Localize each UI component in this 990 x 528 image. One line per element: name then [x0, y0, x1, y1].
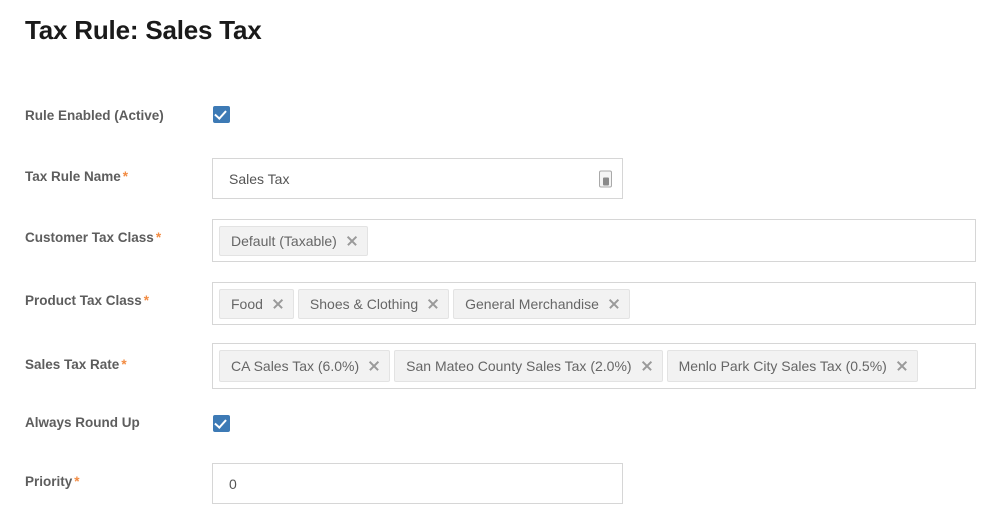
label-rule-enabled: Rule Enabled (Active): [25, 107, 164, 125]
chip[interactable]: Menlo Park City Sales Tax (0.5%): [666, 350, 918, 382]
priority-input[interactable]: 0: [212, 463, 623, 504]
chip-remove-icon[interactable]: [896, 360, 908, 372]
chip-remove-icon[interactable]: [346, 235, 358, 247]
chip-label: Food: [231, 295, 263, 312]
control-customer-tax-class: Default (Taxable): [212, 219, 976, 262]
chip-label: Menlo Park City Sales Tax (0.5%): [678, 358, 887, 374]
label-tax-rule-name-text: Tax Rule Name: [25, 169, 121, 184]
chip[interactable]: San Mateo County Sales Tax (2.0%): [394, 350, 663, 382]
chip[interactable]: Default (Taxable): [219, 225, 368, 256]
customer-tax-class-multiselect[interactable]: Default (Taxable): [212, 219, 976, 262]
label-priority: Priority *: [25, 473, 80, 491]
control-priority: 0: [212, 463, 623, 504]
chip-label: CA Sales Tax (6.0%): [231, 358, 360, 374]
sales-tax-rate-multiselect[interactable]: CA Sales Tax (6.0%) San Mateo County Sal…: [212, 343, 976, 389]
chip[interactable]: Shoes & Clothing: [297, 288, 450, 319]
chip-label: San Mateo County Sales Tax (2.0%): [406, 358, 632, 374]
always-round-up-checkbox[interactable]: [213, 415, 230, 432]
book-icon-body: [602, 177, 609, 185]
chip[interactable]: General Merchandise: [453, 288, 630, 319]
control-product-tax-class: Food Shoes & Clothing General Merchandis…: [212, 282, 976, 325]
checkmark-icon: [214, 416, 227, 429]
priority-value: 0: [229, 475, 237, 492]
page-title: Tax Rule: Sales Tax: [25, 15, 262, 45]
label-tax-rule-name: Tax Rule Name *: [25, 168, 128, 186]
label-priority-text: Priority: [25, 474, 73, 489]
chip-label: Default (Taxable): [231, 232, 337, 249]
tax-rule-name-input[interactable]: Sales Tax: [212, 158, 623, 199]
chip-remove-icon[interactable]: [427, 298, 439, 310]
chip-remove-icon[interactable]: [368, 360, 380, 372]
chip-remove-icon[interactable]: [608, 298, 620, 310]
label-customer-tax-class: Customer Tax Class *: [25, 229, 161, 247]
control-tax-rule-name: Sales Tax: [212, 158, 623, 199]
label-customer-tax-class-text: Customer Tax Class: [25, 230, 154, 245]
control-rule-enabled: [213, 106, 230, 128]
product-tax-class-multiselect[interactable]: Food Shoes & Clothing General Merchandis…: [212, 282, 976, 325]
chip[interactable]: CA Sales Tax (6.0%): [219, 350, 391, 382]
rule-enabled-checkbox[interactable]: [213, 106, 230, 123]
label-product-tax-class-text: Product Tax Class: [25, 293, 142, 308]
required-asterisk: *: [74, 474, 80, 489]
chip-label: General Merchandise: [465, 295, 599, 312]
chip-remove-icon[interactable]: [272, 298, 284, 310]
required-asterisk: *: [143, 293, 150, 308]
book-icon[interactable]: [599, 170, 612, 187]
control-sales-tax-rate: CA Sales Tax (6.0%) San Mateo County Sal…: [212, 343, 976, 389]
tax-rule-form-page: Tax Rule: Sales Tax Rule Enabled (Active…: [0, 0, 990, 528]
label-always-round-up: Always Round Up: [25, 414, 140, 432]
label-always-round-up-text: Always Round Up: [25, 415, 140, 430]
label-sales-tax-rate: Sales Tax Rate *: [25, 356, 127, 374]
required-asterisk: *: [155, 230, 162, 245]
checkmark-icon: [214, 107, 227, 120]
chip[interactable]: Food: [219, 288, 294, 319]
label-sales-tax-rate-text: Sales Tax Rate: [25, 357, 120, 372]
required-asterisk: *: [122, 169, 129, 184]
required-asterisk: *: [121, 357, 127, 372]
control-always-round-up: [213, 415, 230, 437]
label-rule-enabled-text: Rule Enabled (Active): [25, 108, 164, 123]
chip-remove-icon[interactable]: [641, 360, 653, 372]
chip-label: Shoes & Clothing: [309, 295, 419, 312]
label-product-tax-class: Product Tax Class *: [25, 292, 149, 310]
tax-rule-name-value: Sales Tax: [229, 170, 290, 187]
